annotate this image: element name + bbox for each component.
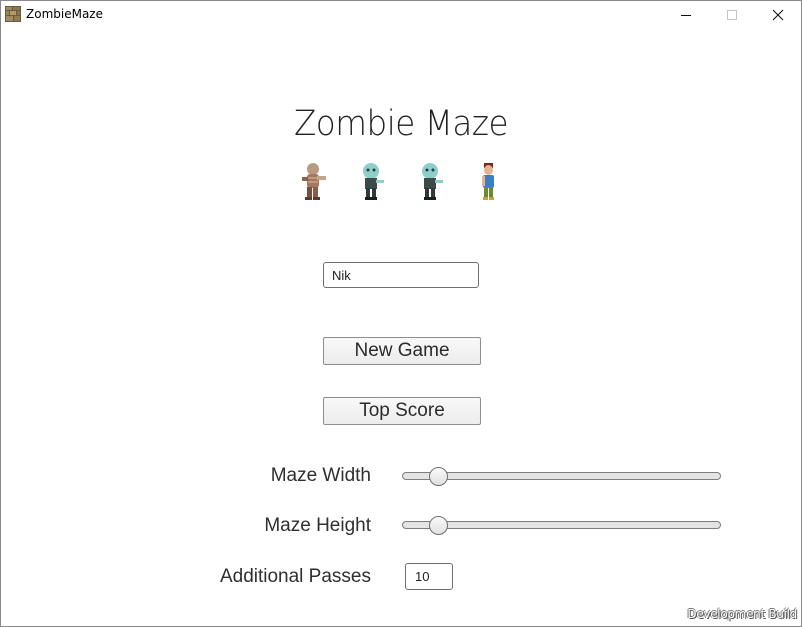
game-title: Zombie Maze (293, 104, 509, 144)
maximize-icon (727, 9, 737, 20)
maze-width-slider-handle[interactable] (429, 467, 448, 486)
maze-height-slider-handle[interactable] (429, 516, 448, 535)
maze-width-label: Maze Width (270, 465, 371, 486)
close-button[interactable] (755, 1, 801, 28)
player-boy-sprite (482, 163, 494, 200)
title-bar[interactable]: ZombieMaze (1, 1, 801, 28)
maximize-button[interactable] (709, 1, 755, 28)
additional-passes-label: Additional Passes (219, 566, 371, 587)
green-zombie-sprite (363, 163, 384, 200)
new-game-button[interactable]: New Game (323, 337, 481, 365)
game-window: ZombieMaze Zombie Maze Nik New Game Top … (0, 0, 802, 627)
maze-height-slider[interactable] (402, 516, 721, 535)
close-icon (772, 9, 784, 20)
additional-passes-input[interactable] (405, 563, 453, 590)
mummy-zombie-sprite (302, 163, 326, 200)
maze-width-slider[interactable] (402, 467, 721, 486)
app-icon (5, 6, 21, 22)
maze-height-label: Maze Height (264, 515, 371, 536)
development-build-watermark: Development Build (687, 607, 797, 621)
green-zombie-sprite (422, 163, 443, 200)
window-title: ZombieMaze (26, 7, 103, 21)
player-name-input[interactable] (323, 262, 479, 288)
minimize-button[interactable] (663, 1, 709, 28)
minimize-icon (681, 14, 691, 16)
top-score-button[interactable]: Top Score (323, 397, 481, 425)
